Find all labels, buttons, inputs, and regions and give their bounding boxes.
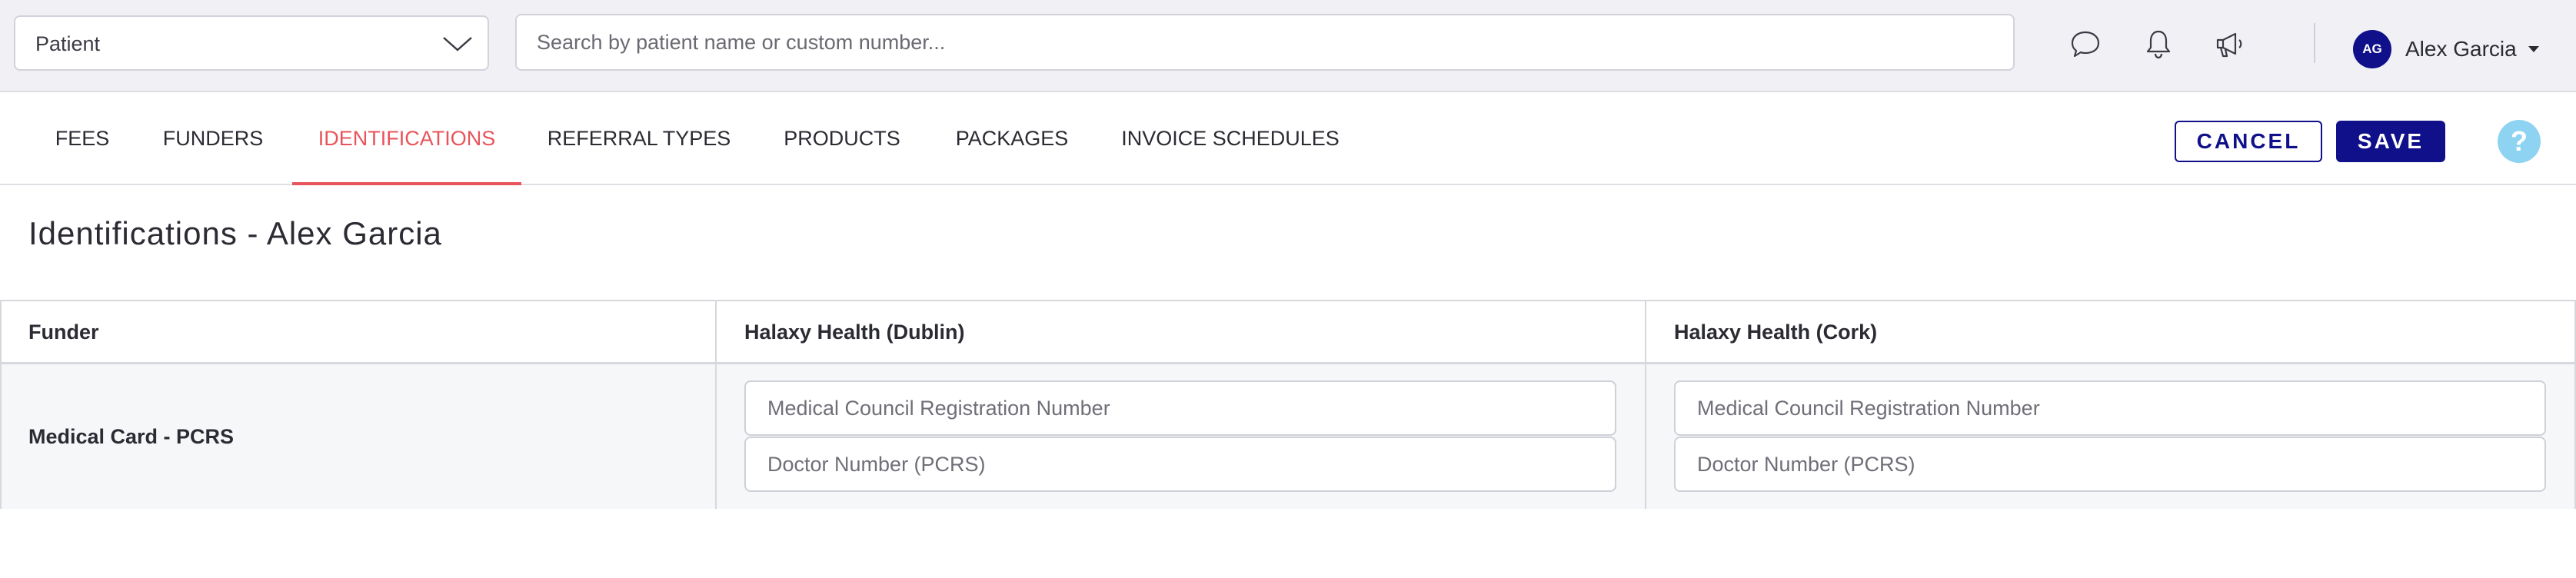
cork-medical-council-input[interactable] [1676,382,2544,434]
record-type-select[interactable]: Patient [14,15,489,71]
column-header-dublin: Halaxy Health (Dublin) [744,321,965,344]
row-funder-label: Medical Card - PCRS [28,425,235,448]
user-name[interactable]: Alex Garcia [2405,32,2517,66]
caret-down-icon[interactable] [2528,46,2539,52]
tab-packages[interactable]: PACKAGES [944,92,1080,184]
dublin-medical-council-field[interactable] [744,380,1616,436]
patient-search[interactable] [515,14,2015,71]
megaphone-icon[interactable] [2213,28,2247,61]
save-button[interactable]: SAVE [2336,121,2445,162]
column-header-cork: Halaxy Health (Cork) [1674,321,1878,344]
cancel-button[interactable]: CANCEL [2175,121,2322,162]
table-header: Funder Halaxy Health (Dublin) Halaxy Hea… [0,301,2576,364]
tab-funders[interactable]: FUNDERS [151,92,275,184]
patient-search-input[interactable] [517,15,2013,69]
table-row: Medical Card - PCRS [0,364,2576,509]
tab-referral-types[interactable]: REFERRAL TYPES [538,92,740,184]
table-left-border [0,301,2,509]
dublin-doctor-number-field[interactable] [744,437,1616,492]
dublin-doctor-number-input[interactable] [746,438,1615,490]
cork-doctor-number-input[interactable] [1676,438,2544,490]
dublin-medical-council-input[interactable] [746,382,1615,434]
top-bar: Patient AG Alex Garcia [0,0,2576,92]
avatar[interactable]: AG [2353,30,2391,68]
tab-products[interactable]: PRODUCTS [772,92,912,184]
chevron-down-icon [443,37,472,51]
tab-fees[interactable]: FEES [37,92,128,184]
column-divider [1645,301,1646,509]
page-title: Identifications - Alex Garcia [28,215,442,251]
chat-icon[interactable] [2068,28,2102,61]
cork-doctor-number-field[interactable] [1674,437,2546,492]
tab-identifications[interactable]: IDENTIFICATIONS [292,92,521,185]
help-icon[interactable]: ? [2498,120,2541,163]
topbar-divider [2314,23,2315,63]
bell-icon[interactable] [2142,28,2175,61]
column-header-funder: Funder [28,321,99,344]
column-divider [715,301,717,509]
tab-invoice-schedules[interactable]: INVOICE SCHEDULES [1113,92,1347,184]
identifications-table: Funder Halaxy Health (Dublin) Halaxy Hea… [0,300,2576,509]
cork-medical-council-field[interactable] [1674,380,2546,436]
record-type-value: Patient [35,32,101,55]
